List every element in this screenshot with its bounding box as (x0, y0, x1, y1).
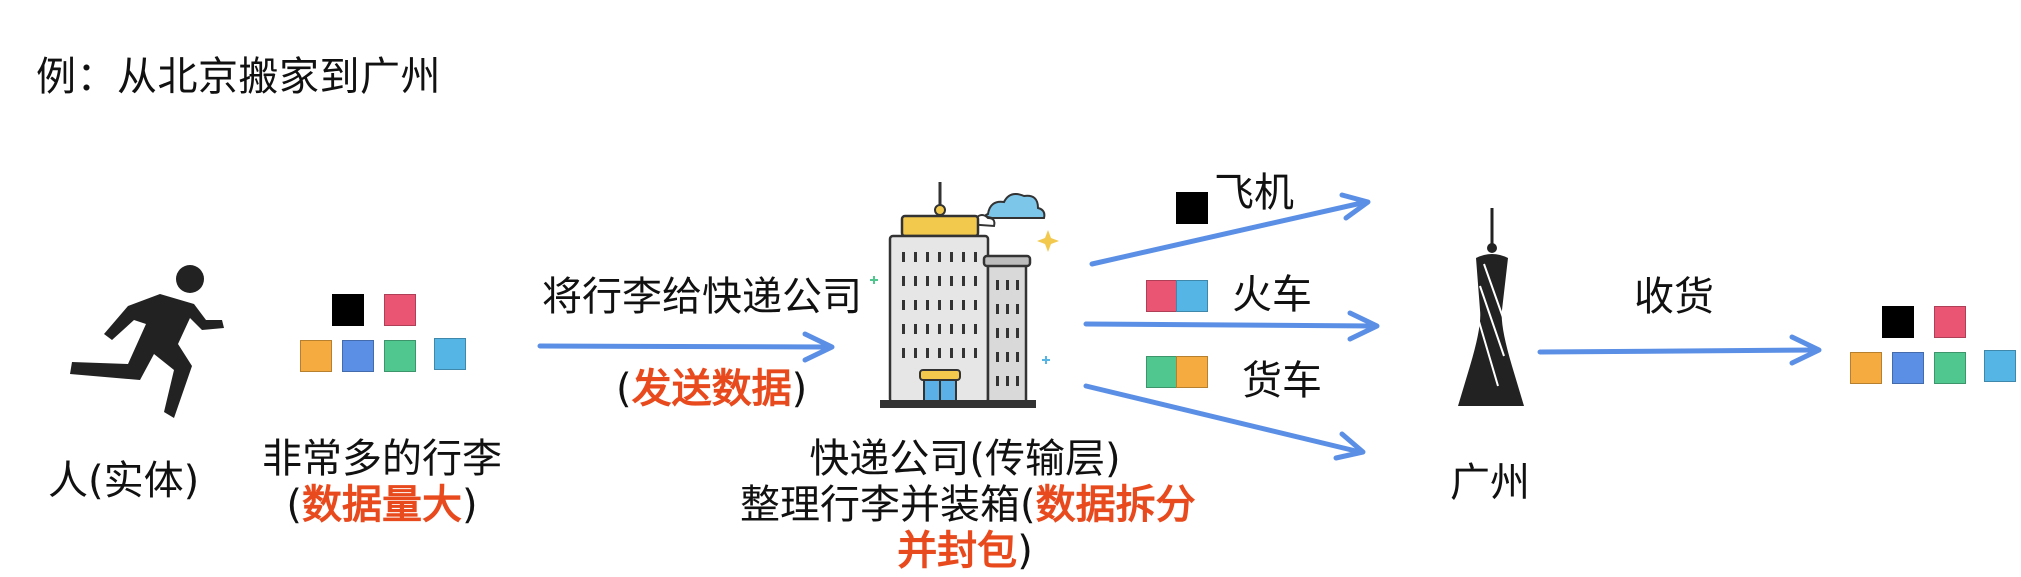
route-arrows (1083, 192, 1822, 461)
received-packet-blue (1892, 352, 1924, 384)
route-train-label: 火车 (1232, 272, 1312, 318)
received-packet-green (1934, 352, 1966, 384)
train-packet-red (1146, 280, 1178, 312)
received-packets (1850, 306, 2020, 386)
arrow-receive (1537, 334, 1822, 366)
plane-packet-black (1176, 192, 1208, 224)
received-packet-red (1934, 306, 1966, 338)
train-packet-cyan (1176, 280, 1208, 312)
truck-packet-orange (1176, 356, 1208, 388)
route-plane-label: 飞机 (1214, 170, 1294, 216)
route-truck-label: 货车 (1242, 358, 1322, 404)
received-packet-orange (1850, 352, 1882, 384)
receive-label: 收货 (1634, 274, 1714, 320)
received-packet-cyan (1984, 350, 2016, 382)
received-packet-black (1882, 306, 1914, 338)
truck-packet-green (1146, 356, 1178, 388)
destination-label: 广州 (1450, 460, 1530, 506)
canton-tower-icon (1458, 208, 1524, 406)
